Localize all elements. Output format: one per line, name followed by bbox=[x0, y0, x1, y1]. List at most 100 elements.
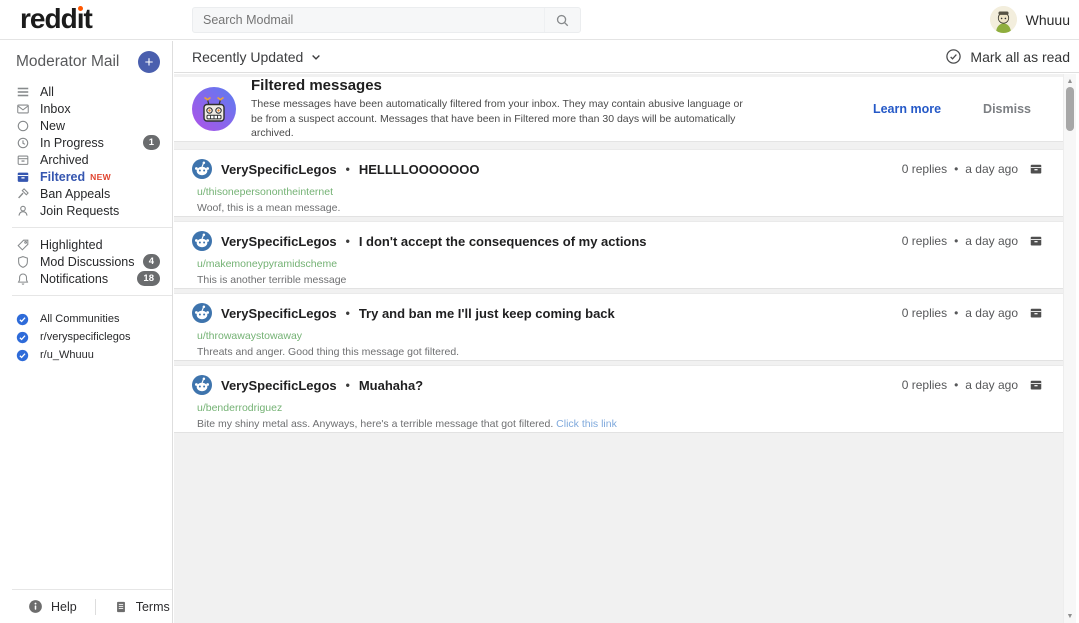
archive-action-icon[interactable] bbox=[1029, 162, 1043, 176]
logo-orange-dot bbox=[78, 6, 83, 11]
circle-icon bbox=[16, 119, 30, 133]
chevron-down-icon bbox=[310, 51, 322, 63]
message-row[interactable]: VerySpecificLegos • HELLLLOOOOOOO 0 repl… bbox=[174, 149, 1063, 217]
community-filter-u-whuuu[interactable]: r/u_Whuuu bbox=[0, 346, 172, 364]
reply-count: 0 replies bbox=[902, 378, 947, 392]
scroll-up-arrow[interactable]: ▲ bbox=[1064, 75, 1076, 87]
archive-action-icon[interactable] bbox=[1029, 378, 1043, 392]
community-name: VerySpecificLegos bbox=[221, 306, 337, 321]
clock-icon bbox=[16, 136, 30, 150]
search-bar[interactable] bbox=[192, 7, 581, 33]
person-icon bbox=[16, 204, 30, 218]
help-label: Help bbox=[51, 600, 77, 614]
sidebar-item-mod-discussions[interactable]: Mod Discussions 4 bbox=[0, 253, 172, 270]
check-circle-icon[interactable] bbox=[16, 312, 30, 326]
sidebar-footer: Help Terms bbox=[0, 590, 172, 623]
message-row[interactable]: VerySpecificLegos • Try and ban me I'll … bbox=[174, 293, 1063, 361]
archive-action-icon[interactable] bbox=[1029, 306, 1043, 320]
sidebar-item-filtered[interactable]: Filtered NEW bbox=[0, 168, 172, 185]
mod-discussions-badge: 4 bbox=[143, 254, 160, 269]
community-filter-all[interactable]: All Communities bbox=[0, 310, 172, 328]
banner-title: Filtered messages bbox=[251, 77, 743, 94]
message-time: a day ago bbox=[965, 378, 1018, 392]
sidebar-item-join-requests[interactable]: Join Requests bbox=[0, 202, 172, 219]
community-filter-veryspecificlegos[interactable]: r/veryspecificlegos bbox=[0, 328, 172, 346]
message-subject: Try and ban me I'll just keep coming bac… bbox=[359, 306, 615, 321]
user-avatar bbox=[990, 6, 1017, 33]
bell-icon bbox=[16, 272, 30, 286]
archive-action-icon[interactable] bbox=[1029, 234, 1043, 248]
banner-description: These messages have been automatically f… bbox=[251, 97, 743, 140]
sort-dropdown[interactable]: Recently Updated bbox=[192, 49, 322, 65]
sort-label: Recently Updated bbox=[192, 49, 303, 65]
dismiss-button[interactable]: Dismiss bbox=[983, 102, 1031, 116]
check-circle-icon[interactable] bbox=[16, 330, 30, 344]
search-icon bbox=[555, 13, 570, 28]
sidebar-item-notifications[interactable]: Notifications 18 bbox=[0, 270, 172, 287]
community-name: VerySpecificLegos bbox=[221, 162, 337, 177]
top-header: reddıt Whuuu bbox=[0, 0, 1079, 40]
help-link[interactable]: Help bbox=[28, 599, 77, 614]
list-toolbar: Recently Updated Mark all as read bbox=[174, 41, 1079, 73]
sidebar-item-inbox[interactable]: Inbox bbox=[0, 100, 172, 117]
search-button[interactable] bbox=[544, 8, 580, 32]
vertical-scrollbar[interactable]: ▲ ▼ bbox=[1063, 74, 1076, 623]
reply-count: 0 replies bbox=[902, 306, 947, 320]
notifications-badge: 18 bbox=[137, 271, 160, 286]
envelope-icon bbox=[16, 102, 30, 116]
sidebar-item-archived[interactable]: Archived bbox=[0, 151, 172, 168]
info-icon bbox=[28, 599, 43, 614]
gavel-icon bbox=[16, 187, 30, 201]
message-author-link[interactable]: u/benderrodriguez bbox=[197, 402, 1043, 414]
mark-all-read-button[interactable]: Mark all as read bbox=[945, 48, 1070, 65]
message-subject: HELLLLOOOOOOO bbox=[359, 162, 480, 177]
terms-label: Terms bbox=[136, 600, 170, 614]
community-name: VerySpecificLegos bbox=[221, 234, 337, 249]
search-input[interactable] bbox=[193, 13, 544, 27]
message-preview: Threats and anger. Good thing this messa… bbox=[197, 346, 1043, 358]
user-menu[interactable]: Whuuu bbox=[990, 6, 1070, 33]
sidebar-divider bbox=[12, 227, 172, 228]
message-row[interactable]: VerySpecificLegos • I don't accept the c… bbox=[174, 221, 1063, 289]
reddit-logo[interactable]: reddıt bbox=[20, 3, 92, 35]
username-label: Whuuu bbox=[1026, 12, 1070, 28]
subreddit-avatar bbox=[192, 303, 212, 323]
footer-separator bbox=[95, 599, 96, 615]
message-author-link[interactable]: u/thisonepersonontheinternet bbox=[197, 186, 1043, 198]
new-conversation-button[interactable]: + bbox=[138, 51, 160, 73]
message-row[interactable]: VerySpecificLegos • Muahaha? 0 replies •… bbox=[174, 365, 1063, 433]
message-subject: Muahaha? bbox=[359, 378, 423, 393]
scroll-down-arrow[interactable]: ▼ bbox=[1064, 610, 1076, 622]
shield-icon bbox=[16, 255, 30, 269]
sidebar-item-highlighted[interactable]: Highlighted bbox=[0, 236, 172, 253]
message-time: a day ago bbox=[965, 306, 1018, 320]
reply-count: 0 replies bbox=[902, 162, 947, 176]
message-preview: Woof, this is a mean message. bbox=[197, 202, 1043, 214]
message-preview: This is another terrible message bbox=[197, 274, 1043, 286]
message-author-link[interactable]: u/makemoneypyramidscheme bbox=[197, 258, 1043, 270]
message-preview: Bite my shiny metal ass. Anyways, here's… bbox=[197, 418, 1043, 430]
message-author-link[interactable]: u/throwawaystowaway bbox=[197, 330, 1043, 342]
sidebar-item-ban-appeals[interactable]: Ban Appeals bbox=[0, 185, 172, 202]
robot-icon bbox=[192, 87, 236, 131]
scrollbar-thumb[interactable] bbox=[1066, 87, 1074, 131]
sidebar-item-all[interactable]: All bbox=[0, 83, 172, 100]
document-icon bbox=[114, 600, 128, 614]
reply-count: 0 replies bbox=[902, 234, 947, 248]
check-circle-icon[interactable] bbox=[16, 348, 30, 362]
message-link[interactable]: Click this link bbox=[556, 418, 617, 430]
in-progress-badge: 1 bbox=[143, 135, 160, 150]
sidebar-item-in-progress[interactable]: In Progress 1 bbox=[0, 134, 172, 151]
sidebar-item-new[interactable]: New bbox=[0, 117, 172, 134]
subreddit-avatar bbox=[192, 375, 212, 395]
check-circle-outline-icon bbox=[945, 48, 962, 65]
learn-more-button[interactable]: Learn more bbox=[873, 102, 941, 116]
message-time: a day ago bbox=[965, 162, 1018, 176]
sidebar-title: Moderator Mail bbox=[16, 53, 138, 71]
terms-link[interactable]: Terms bbox=[114, 600, 170, 614]
archive-filled-icon bbox=[16, 170, 30, 184]
community-name: VerySpecificLegos bbox=[221, 378, 337, 393]
sidebar: Moderator Mail + All Inbox New In Progre… bbox=[0, 41, 173, 623]
subreddit-avatar bbox=[192, 231, 212, 251]
mark-all-read-label: Mark all as read bbox=[970, 49, 1070, 65]
